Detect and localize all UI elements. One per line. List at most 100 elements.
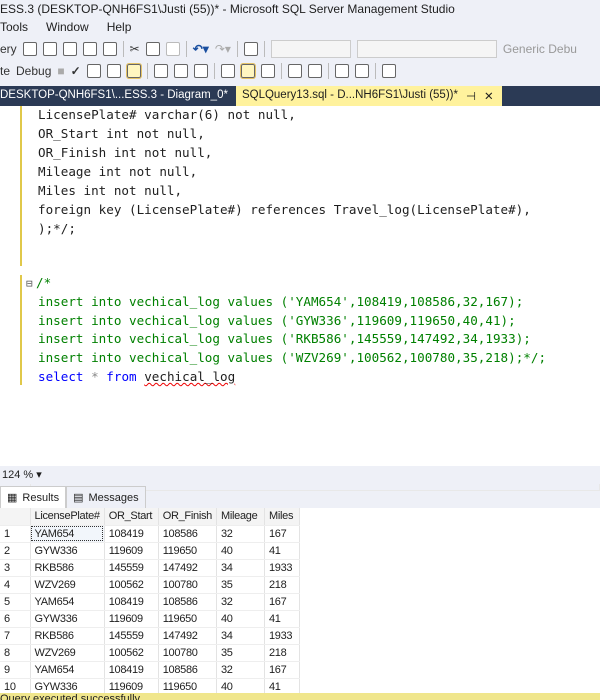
tab-sqlquery13[interactable]: SQLQuery13.sql - D...NH6FS1\Justi (55))*… <box>235 86 502 106</box>
table-row[interactable]: 4 WZV269 100562 100780 35 218 <box>0 576 300 594</box>
results-to-grid-icon[interactable] <box>239 63 256 79</box>
column-header[interactable]: Mileage <box>216 508 265 526</box>
table-row[interactable]: 1 YAM654 108419 108586 32 167 <box>0 525 300 543</box>
table-cell[interactable]: 41 <box>264 610 300 628</box>
table-cell[interactable]: 108586 <box>158 661 217 679</box>
table-cell[interactable]: 41 <box>264 542 300 560</box>
table-cell[interactable]: GYW336 <box>30 610 105 628</box>
column-header[interactable]: OR_Start <box>104 508 159 526</box>
query-icon[interactable] <box>22 42 37 56</box>
table-cell[interactable]: 167 <box>264 661 300 679</box>
das-query-icon[interactable] <box>102 42 117 56</box>
table-cell[interactable]: 100780 <box>158 644 217 662</box>
solution-config-dropdown[interactable] <box>356 40 497 58</box>
table-cell[interactable]: 35 <box>216 644 265 662</box>
table-cell[interactable]: 100780 <box>158 576 217 594</box>
menu-tools[interactable]: Tools <box>0 20 28 38</box>
query-editor[interactable]: LicensePlate# varchar(6) not null, OR_St… <box>0 106 600 491</box>
menu-window[interactable]: Window <box>46 20 89 38</box>
row-number[interactable]: 7 <box>0 627 31 645</box>
table-cell[interactable]: 119609 <box>104 610 159 628</box>
results-to-file-icon[interactable] <box>260 64 275 78</box>
table-row[interactable]: 8 WZV269 100562 100780 35 218 <box>0 644 300 662</box>
table-cell[interactable]: YAM654 <box>30 525 105 543</box>
table-cell[interactable]: 108419 <box>104 593 159 611</box>
table-cell[interactable]: 119650 <box>158 610 217 628</box>
table-cell[interactable]: GYW336 <box>30 542 105 560</box>
sqlcmd-icon[interactable] <box>193 64 208 78</box>
row-number[interactable]: 9 <box>0 661 31 679</box>
table-cell[interactable]: 218 <box>264 644 300 662</box>
table-cell[interactable]: 147492 <box>158 627 217 645</box>
table-cell[interactable]: 100562 <box>104 576 159 594</box>
column-header[interactable]: Miles <box>264 508 300 526</box>
tab-diagram[interactable]: DESKTOP-QNH6FS1\...ESS.3 - Diagram_0* <box>0 86 236 106</box>
new-query-button[interactable]: ery <box>0 42 17 56</box>
uncomment-icon[interactable] <box>307 64 322 78</box>
activity-monitor-icon[interactable] <box>243 42 258 56</box>
table-cell[interactable]: 119609 <box>104 542 159 560</box>
table-cell[interactable]: 108419 <box>104 661 159 679</box>
table-cell[interactable]: 100562 <box>104 644 159 662</box>
table-cell[interactable]: 32 <box>216 525 265 543</box>
table-row[interactable]: 3 RKB586 145559 147492 34 1933 <box>0 559 300 577</box>
execute-button[interactable]: te <box>0 64 10 78</box>
table-cell[interactable]: 34 <box>216 627 265 645</box>
table-row[interactable]: 9 YAM654 108419 108586 32 167 <box>0 661 300 679</box>
debug-button[interactable]: Debug <box>16 64 51 78</box>
dmx-query-icon[interactable] <box>62 42 77 56</box>
row-number[interactable]: 4 <box>0 576 31 594</box>
table-cell[interactable]: 40 <box>216 610 265 628</box>
specify-values-icon[interactable] <box>381 64 396 78</box>
mdx-query-icon[interactable] <box>42 42 57 56</box>
row-number[interactable]: 3 <box>0 559 31 577</box>
paste-icon[interactable] <box>165 42 180 56</box>
table-row[interactable]: 6 GYW336 119609 119650 40 41 <box>0 610 300 628</box>
pin-icon[interactable]: ⊣ <box>466 89 476 106</box>
copy-icon[interactable] <box>145 42 160 56</box>
query-designer-icon[interactable] <box>106 64 121 78</box>
parse-check-icon[interactable]: ✓ <box>71 64 81 78</box>
chevron-down-icon[interactable]: ▾ <box>36 469 42 481</box>
close-icon[interactable]: ✕ <box>484 89 494 106</box>
row-number[interactable]: 5 <box>0 593 31 611</box>
table-cell[interactable]: 1933 <box>264 627 300 645</box>
generic-debugger-button[interactable]: Generic Debu <box>503 42 577 56</box>
stop-icon[interactable]: ■ <box>57 64 64 78</box>
row-number[interactable]: 8 <box>0 644 31 662</box>
table-cell[interactable]: 108586 <box>158 593 217 611</box>
table-cell[interactable]: 35 <box>216 576 265 594</box>
table-cell[interactable]: 40 <box>216 542 265 560</box>
table-cell[interactable]: 32 <box>216 661 265 679</box>
table-cell[interactable]: 147492 <box>158 559 217 577</box>
table-cell[interactable]: 108586 <box>158 525 217 543</box>
column-header[interactable]: LicensePlate# <box>30 508 105 526</box>
redo-icon[interactable]: ↷▾ <box>215 42 231 56</box>
results-to-text-icon[interactable] <box>220 64 235 78</box>
comment-icon[interactable] <box>287 64 302 78</box>
table-cell[interactable]: WZV269 <box>30 576 105 594</box>
column-header[interactable]: OR_Finish <box>158 508 217 526</box>
xmla-query-icon[interactable] <box>82 42 97 56</box>
table-cell[interactable]: RKB586 <box>30 559 105 577</box>
menu-help[interactable]: Help <box>107 20 132 38</box>
table-cell[interactable]: 145559 <box>104 559 159 577</box>
estimated-plan-icon[interactable] <box>86 64 101 78</box>
tab-messages[interactable]: ▤ Messages <box>66 486 146 508</box>
table-cell[interactable]: 145559 <box>104 627 159 645</box>
undo-icon[interactable]: ↶▾ <box>193 42 209 56</box>
table-row[interactable]: 2 GYW336 119609 119650 40 41 <box>0 542 300 560</box>
decrease-indent-icon[interactable] <box>334 64 349 78</box>
table-row[interactable]: 7 RKB586 145559 147492 34 1933 <box>0 627 300 645</box>
row-number[interactable]: 1 <box>0 525 31 543</box>
table-cell[interactable]: YAM654 <box>30 593 105 611</box>
table-cell[interactable]: YAM654 <box>30 661 105 679</box>
table-cell[interactable]: 108419 <box>104 525 159 543</box>
zoom-dropdown[interactable]: 124 % <box>2 469 33 481</box>
cut-icon[interactable]: ✂ <box>130 42 140 56</box>
table-cell[interactable]: 1933 <box>264 559 300 577</box>
table-cell[interactable]: 119650 <box>158 542 217 560</box>
client-stats-icon[interactable] <box>173 64 188 78</box>
row-number[interactable]: 2 <box>0 542 31 560</box>
table-cell[interactable]: RKB586 <box>30 627 105 645</box>
